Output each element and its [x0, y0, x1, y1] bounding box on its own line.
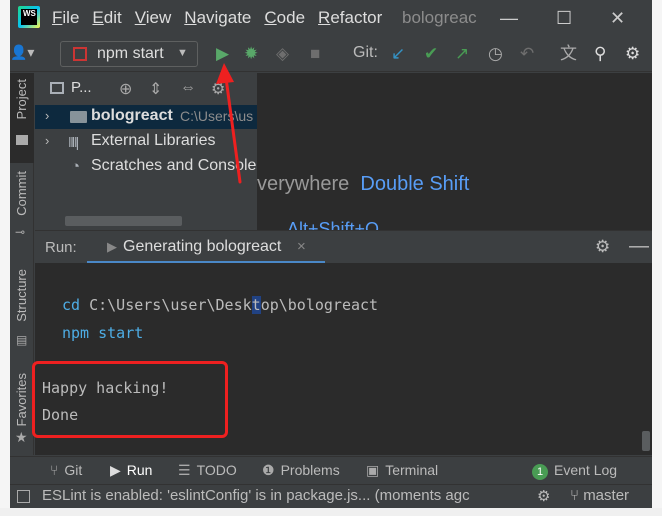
settings-icon[interactable]: ⚙: [595, 237, 610, 257]
tab-structure[interactable]: Structure ▤: [10, 263, 34, 353]
star-icon: ★: [15, 429, 28, 445]
goto-file-hint: Alt+Shift+O: [287, 219, 380, 230]
status-bar: ESLint is enabled: 'eslintConfig' is in …: [10, 484, 652, 508]
structure-icon: ▤: [16, 333, 28, 347]
search-icon[interactable]: ⚲: [594, 45, 606, 62]
console-line-cd: cd C:\Users\user\Desktop\bologreact: [62, 296, 379, 314]
run-icon[interactable]: ▶: [216, 45, 229, 62]
npm-icon: [73, 47, 87, 61]
editor-area: verywhere Double Shift Alt+Shift+O: [257, 73, 652, 230]
project-view-select[interactable]: P...: [71, 79, 92, 96]
tab-event-log[interactable]: 1 Event Log: [532, 462, 617, 480]
git-update-icon[interactable]: ↙: [391, 45, 405, 62]
menu-view[interactable]: View: [135, 8, 172, 28]
tab-terminal[interactable]: ▣ Terminal: [366, 462, 438, 479]
annotation-highlight-box: [32, 361, 228, 438]
vertical-scrollbar[interactable]: [642, 431, 650, 451]
bottom-tool-tabs: ⑂ Git ▶ Run ☰ TODO ❶ Problems ▣ Terminal 1 Eve…: [10, 456, 652, 484]
list-icon: ☰: [178, 462, 191, 478]
collapse-all-icon[interactable]: ⇔: [180, 79, 196, 97]
run-icon: ▶: [107, 239, 117, 254]
git-commit-icon[interactable]: ✔: [424, 45, 438, 62]
tab-git[interactable]: ⑂ Git: [50, 462, 82, 478]
project-panel: P... ⊕ ⇕ ⇔ ⚙ › bologreact C:\Users\us › …: [35, 73, 257, 230]
run-icon: ▶: [110, 462, 121, 478]
translate-icon[interactable]: 文: [560, 45, 577, 62]
menu-navigate[interactable]: Navigate: [184, 8, 251, 28]
tab-favorites[interactable]: Favorites ★: [10, 369, 34, 455]
locate-icon[interactable]: ⊕: [119, 79, 132, 99]
git-branch-widget[interactable]: ⑂ master: [570, 487, 629, 504]
status-toggle-icon[interactable]: [17, 490, 30, 503]
menu-refactor[interactable]: Refactor: [318, 8, 382, 28]
left-tool-strip: Project Commit ⊸ Structure ▤ Favorites ★: [10, 73, 34, 455]
menu-code[interactable]: Code: [264, 8, 305, 28]
chevron-right-icon[interactable]: ›: [45, 133, 49, 148]
settings-icon[interactable]: ⚙: [211, 79, 225, 99]
tab-project[interactable]: Project: [10, 73, 34, 163]
menu-bar: File Edit View Navigate Code Refactor: [52, 8, 395, 28]
background-strip-right: [652, 0, 662, 516]
git-push-icon[interactable]: ↗: [455, 45, 469, 62]
tab-generating-bologreact[interactable]: ▶ Generating bologreact ×: [87, 231, 325, 264]
branch-icon: ⑂: [570, 487, 580, 504]
info-icon: ❶: [262, 462, 275, 478]
window-title: bologreac: [402, 8, 477, 27]
git-label: Git:: [353, 44, 378, 61]
folder-icon: [70, 111, 87, 123]
eslint-settings-icon[interactable]: ⚙: [537, 487, 550, 505]
main-toolbar: 👤▾ npm start ▼ ▶ ✹ ◈ ■ Git: ↙ ✔ ↗ ◷ ↶ 文 …: [10, 36, 652, 72]
background-strip-bottom: [0, 508, 662, 516]
run-panel-header: Run: ▶ Generating bologreact × ⚙ —: [35, 230, 652, 264]
status-message[interactable]: ESLint is enabled: 'eslintConfig' is in …: [42, 487, 502, 504]
menu-file[interactable]: File: [52, 8, 79, 28]
project-panel-header: P... ⊕ ⇕ ⇔ ⚙: [35, 73, 257, 103]
user-dropdown-icon[interactable]: 👤▾: [10, 44, 34, 61]
history-icon[interactable]: ◷: [488, 45, 503, 62]
run-panel-label: Run:: [45, 239, 77, 256]
maximize-button[interactable]: ☐: [556, 8, 572, 29]
webstorm-logo-icon: WS: [18, 6, 40, 28]
coverage-icon[interactable]: ◈: [276, 45, 289, 62]
tab-todo[interactable]: ☰ TODO: [178, 462, 237, 479]
console-line-npm-start: npm start: [62, 324, 144, 342]
terminal-icon: ▣: [366, 462, 380, 478]
project-view-icon[interactable]: [50, 82, 64, 94]
tree-item-label: External Libraries: [91, 132, 216, 149]
chevron-down-icon: ▼: [177, 47, 188, 59]
debug-icon[interactable]: ✹: [244, 45, 258, 62]
tree-item-path: C:\Users\us: [180, 108, 254, 124]
tree-item-external-libraries[interactable]: › ‖‖| External Libraries: [35, 130, 257, 154]
rollback-icon[interactable]: ↶: [520, 45, 534, 62]
run-configuration-label: npm start: [97, 45, 164, 62]
branch-icon: ⑂: [50, 462, 59, 478]
tree-item-label: bologreact: [91, 107, 173, 124]
tree-item-label: Scratches and Consoles: [91, 157, 257, 174]
tab-run[interactable]: ▶ Run: [110, 462, 152, 479]
libraries-icon: ‖‖|: [68, 134, 79, 150]
chevron-right-icon[interactable]: ›: [45, 108, 49, 123]
project-folder-icon: [16, 135, 28, 145]
settings-icon[interactable]: ⚙: [625, 45, 640, 62]
close-icon[interactable]: ×: [297, 238, 306, 255]
close-window-button[interactable]: ✕: [610, 8, 625, 29]
tree-item-scratches[interactable]: ◔ Scratches and Consoles: [35, 155, 257, 179]
search-everywhere-hint: verywhere Double Shift: [257, 173, 470, 195]
menu-edit[interactable]: Edit: [92, 8, 121, 28]
run-configuration-select[interactable]: npm start ▼: [60, 41, 198, 67]
horizontal-scrollbar[interactable]: [65, 216, 182, 226]
event-log-badge-icon: 1: [532, 464, 548, 480]
background-strip-left: [0, 0, 10, 516]
run-tab-label: Generating bologreact: [123, 238, 282, 255]
scratches-icon: ◔: [71, 158, 81, 175]
title-bar: WS File Edit View Navigate Code Refactor…: [10, 0, 652, 36]
minimize-button[interactable]: —: [500, 8, 518, 29]
tree-item-bologreact[interactable]: › bologreact C:\Users\us: [35, 105, 257, 129]
hide-panel-icon[interactable]: —: [629, 235, 649, 258]
commit-icon: ⊸: [15, 225, 26, 239]
expand-all-icon[interactable]: ⇕: [149, 79, 162, 99]
tab-problems[interactable]: ❶ Problems: [262, 462, 340, 479]
tab-commit[interactable]: Commit ⊸: [10, 165, 34, 243]
stop-icon[interactable]: ■: [310, 45, 320, 62]
